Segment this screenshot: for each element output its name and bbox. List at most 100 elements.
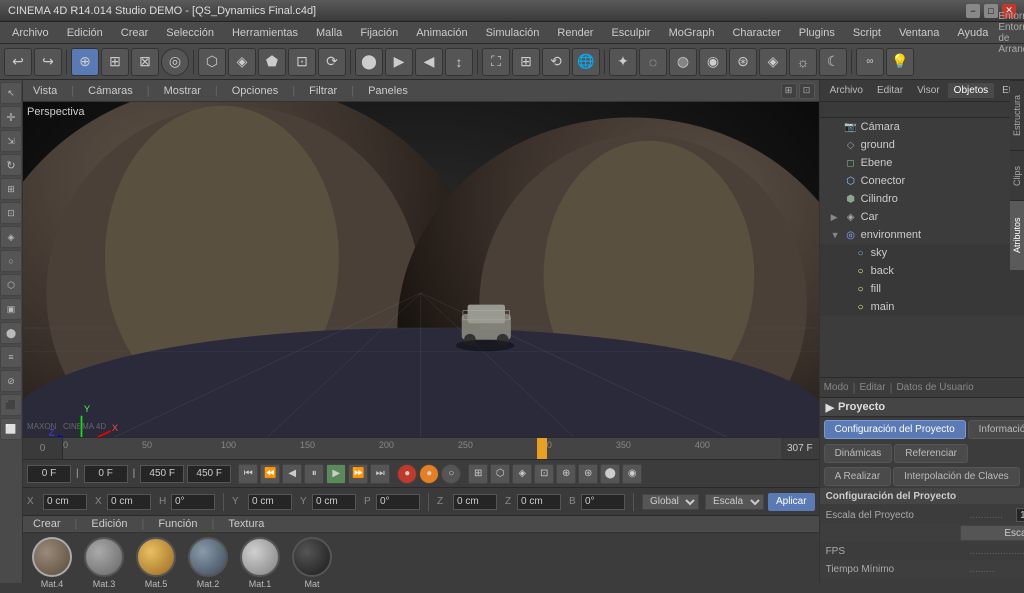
transport-play[interactable]: ▶ <box>326 464 346 484</box>
transport-tool5[interactable]: ⊕ <box>556 464 576 484</box>
transport-record[interactable]: ● <box>397 464 417 484</box>
transport-rec3[interactable]: ○ <box>441 464 461 484</box>
tool-l[interactable]: ⟲ <box>542 48 570 76</box>
menu-esculpir[interactable]: Esculpir <box>603 25 658 41</box>
timeline[interactable]: 0 0 50 100 150 200 250 300 350 400 <box>23 437 819 459</box>
obj-row-ebene[interactable]: ◻ Ebene ◈ ✓ <box>820 154 1024 172</box>
config-tab-dinamicas[interactable]: Dinámicas <box>824 444 893 463</box>
tool-p[interactable]: ◍ <box>669 48 697 76</box>
scale-tool[interactable]: ⊠ <box>131 48 159 76</box>
lt-scale[interactable]: ⇲ <box>0 130 22 152</box>
transport-play-reverse[interactable]: ◀ <box>282 464 302 484</box>
tool-s[interactable]: ◈ <box>759 48 787 76</box>
config-tab-informacion[interactable]: Información <box>968 420 1024 439</box>
tool-q[interactable]: ◉ <box>699 48 727 76</box>
rp-tab-visor[interactable]: Visor <box>911 83 946 98</box>
transport-to-end[interactable]: ⏭ <box>370 464 390 484</box>
transport-tool4[interactable]: ⊡ <box>534 464 554 484</box>
tool-d[interactable]: ⊡ <box>288 48 316 76</box>
coord-apply-button[interactable]: Aplicar <box>768 493 815 511</box>
vp-tab-filtrar[interactable]: Filtrar <box>303 83 343 99</box>
tool-e[interactable]: ⟳ <box>318 48 346 76</box>
attr-escala-value[interactable] <box>1016 508 1024 522</box>
vp-tab-paneles[interactable]: Paneles <box>362 83 414 99</box>
coord-z-size[interactable] <box>517 494 561 510</box>
tool-i[interactable]: ↕ <box>445 48 473 76</box>
transport-frame-start[interactable] <box>27 465 71 483</box>
menu-malla[interactable]: Malla <box>308 25 350 41</box>
material-mat4[interactable]: Mat.4 <box>29 537 75 589</box>
lt-select[interactable]: ↖ <box>0 82 22 104</box>
config-tab-interpolacion[interactable]: Interpolación de Claves <box>893 467 1020 486</box>
redo-button[interactable]: ↪ <box>34 48 62 76</box>
viewport-3d[interactable]: Perspectiva <box>23 102 819 437</box>
coord-x-size[interactable] <box>107 494 151 510</box>
undo-button[interactable]: ↩ <box>4 48 32 76</box>
mat-tab-funcion[interactable]: Función <box>152 516 203 532</box>
obj-row-car[interactable]: ▶ ◈ Car ✓ <box>820 208 1024 226</box>
obj-row-back[interactable]: ○ back ✓ <box>820 262 1024 280</box>
mat-tab-textura[interactable]: Textura <box>222 516 270 532</box>
lt-tool5[interactable]: ⬡ <box>0 274 22 296</box>
lt-tool11[interactable]: ⬜ <box>0 418 22 440</box>
attr-section-header[interactable]: ▶ Proyecto <box>820 398 1024 416</box>
lt-tool10[interactable]: ⬛ <box>0 394 22 416</box>
obj-row-conector[interactable]: ⬡ Conector ✓ <box>820 172 1024 190</box>
rp-tab-archivo[interactable]: Archivo <box>824 83 869 98</box>
rp-side-clips[interactable]: Clips <box>1010 150 1024 200</box>
transport-tool1[interactable]: ⊞ <box>468 464 488 484</box>
material-mat3[interactable]: Mat.3 <box>81 537 127 589</box>
menu-animacion[interactable]: Animación <box>408 25 475 41</box>
transport-tool7[interactable]: ⬤ <box>600 464 620 484</box>
tool-t[interactable]: ☼ <box>789 48 817 76</box>
menu-character[interactable]: Character <box>724 25 788 41</box>
material-mat1[interactable]: Mat.1 <box>237 537 283 589</box>
menu-plugins[interactable]: Plugins <box>791 25 843 41</box>
lt-rotate[interactable]: ↻ <box>0 154 22 176</box>
tool-v[interactable]: ∞ <box>856 48 884 76</box>
transport-tool3[interactable]: ◈ <box>512 464 532 484</box>
tool-g[interactable]: ▶ <box>385 48 413 76</box>
menu-render[interactable]: Render <box>549 25 601 41</box>
obj-row-environment[interactable]: ▼ ◎ environment ✓ <box>820 226 1024 244</box>
attr-tb-editar[interactable]: Editar <box>859 382 885 393</box>
vp-tab-mostrar[interactable]: Mostrar <box>158 83 207 99</box>
timeline-ruler[interactable]: 0 50 100 150 200 250 300 350 400 <box>63 438 781 459</box>
config-tab-referenciar[interactable]: Referenciar <box>894 444 968 463</box>
menu-mograph[interactable]: MoGraph <box>661 25 723 41</box>
material-mat2[interactable]: Mat.2 <box>185 537 231 589</box>
transport-frame-end2[interactable] <box>187 465 231 483</box>
tool-w[interactable]: 💡 <box>886 48 914 76</box>
tool-k[interactable]: ⊞ <box>512 48 540 76</box>
tool-b[interactable]: ◈ <box>228 48 256 76</box>
mat-tab-edicion[interactable]: Edición <box>85 516 133 532</box>
mat-tab-crear[interactable]: Crear <box>27 516 67 532</box>
coord-scale-dropdown[interactable]: Escala <box>705 494 764 510</box>
obj-row-sky[interactable]: ○ sky ✓ <box>820 244 1024 262</box>
tool-c[interactable]: ⬟ <box>258 48 286 76</box>
menu-ayuda[interactable]: Ayuda <box>949 25 996 41</box>
vp-btn-2[interactable]: ⊡ <box>799 83 815 99</box>
menu-edicion[interactable]: Edición <box>59 25 111 41</box>
material-mat[interactable]: Mat <box>289 537 335 589</box>
transport-to-start[interactable]: ⏮ <box>238 464 258 484</box>
vp-tab-opciones[interactable]: Opciones <box>226 83 284 99</box>
menu-simulacion[interactable]: Simulación <box>478 25 548 41</box>
menu-seleccion[interactable]: Selección <box>158 25 222 41</box>
coord-y-r[interactable] <box>376 494 420 510</box>
vp-tab-vista[interactable]: Vista <box>27 83 63 99</box>
menu-archivo[interactable]: Archivo <box>4 25 57 41</box>
menu-script[interactable]: Script <box>845 25 889 41</box>
attr-tb-datos[interactable]: Datos de Usuario <box>896 382 973 393</box>
menu-crear[interactable]: Crear <box>113 25 157 41</box>
lt-tool3[interactable]: ◈ <box>0 226 22 248</box>
material-mat5[interactable]: Mat.5 <box>133 537 179 589</box>
transport-tool6[interactable]: ⊛ <box>578 464 598 484</box>
config-tab-arealizar[interactable]: A Realizar <box>824 467 892 486</box>
lt-tool2[interactable]: ⊡ <box>0 202 22 224</box>
tool-f[interactable]: ⬤ <box>355 48 383 76</box>
tool-r[interactable]: ⊛ <box>729 48 757 76</box>
obj-row-cilindro[interactable]: ⬢ Cilindro ✓ <box>820 190 1024 208</box>
rp-side-atributos[interactable]: Atributos <box>1010 200 1024 270</box>
tool-j[interactable]: ⛶ <box>482 48 510 76</box>
